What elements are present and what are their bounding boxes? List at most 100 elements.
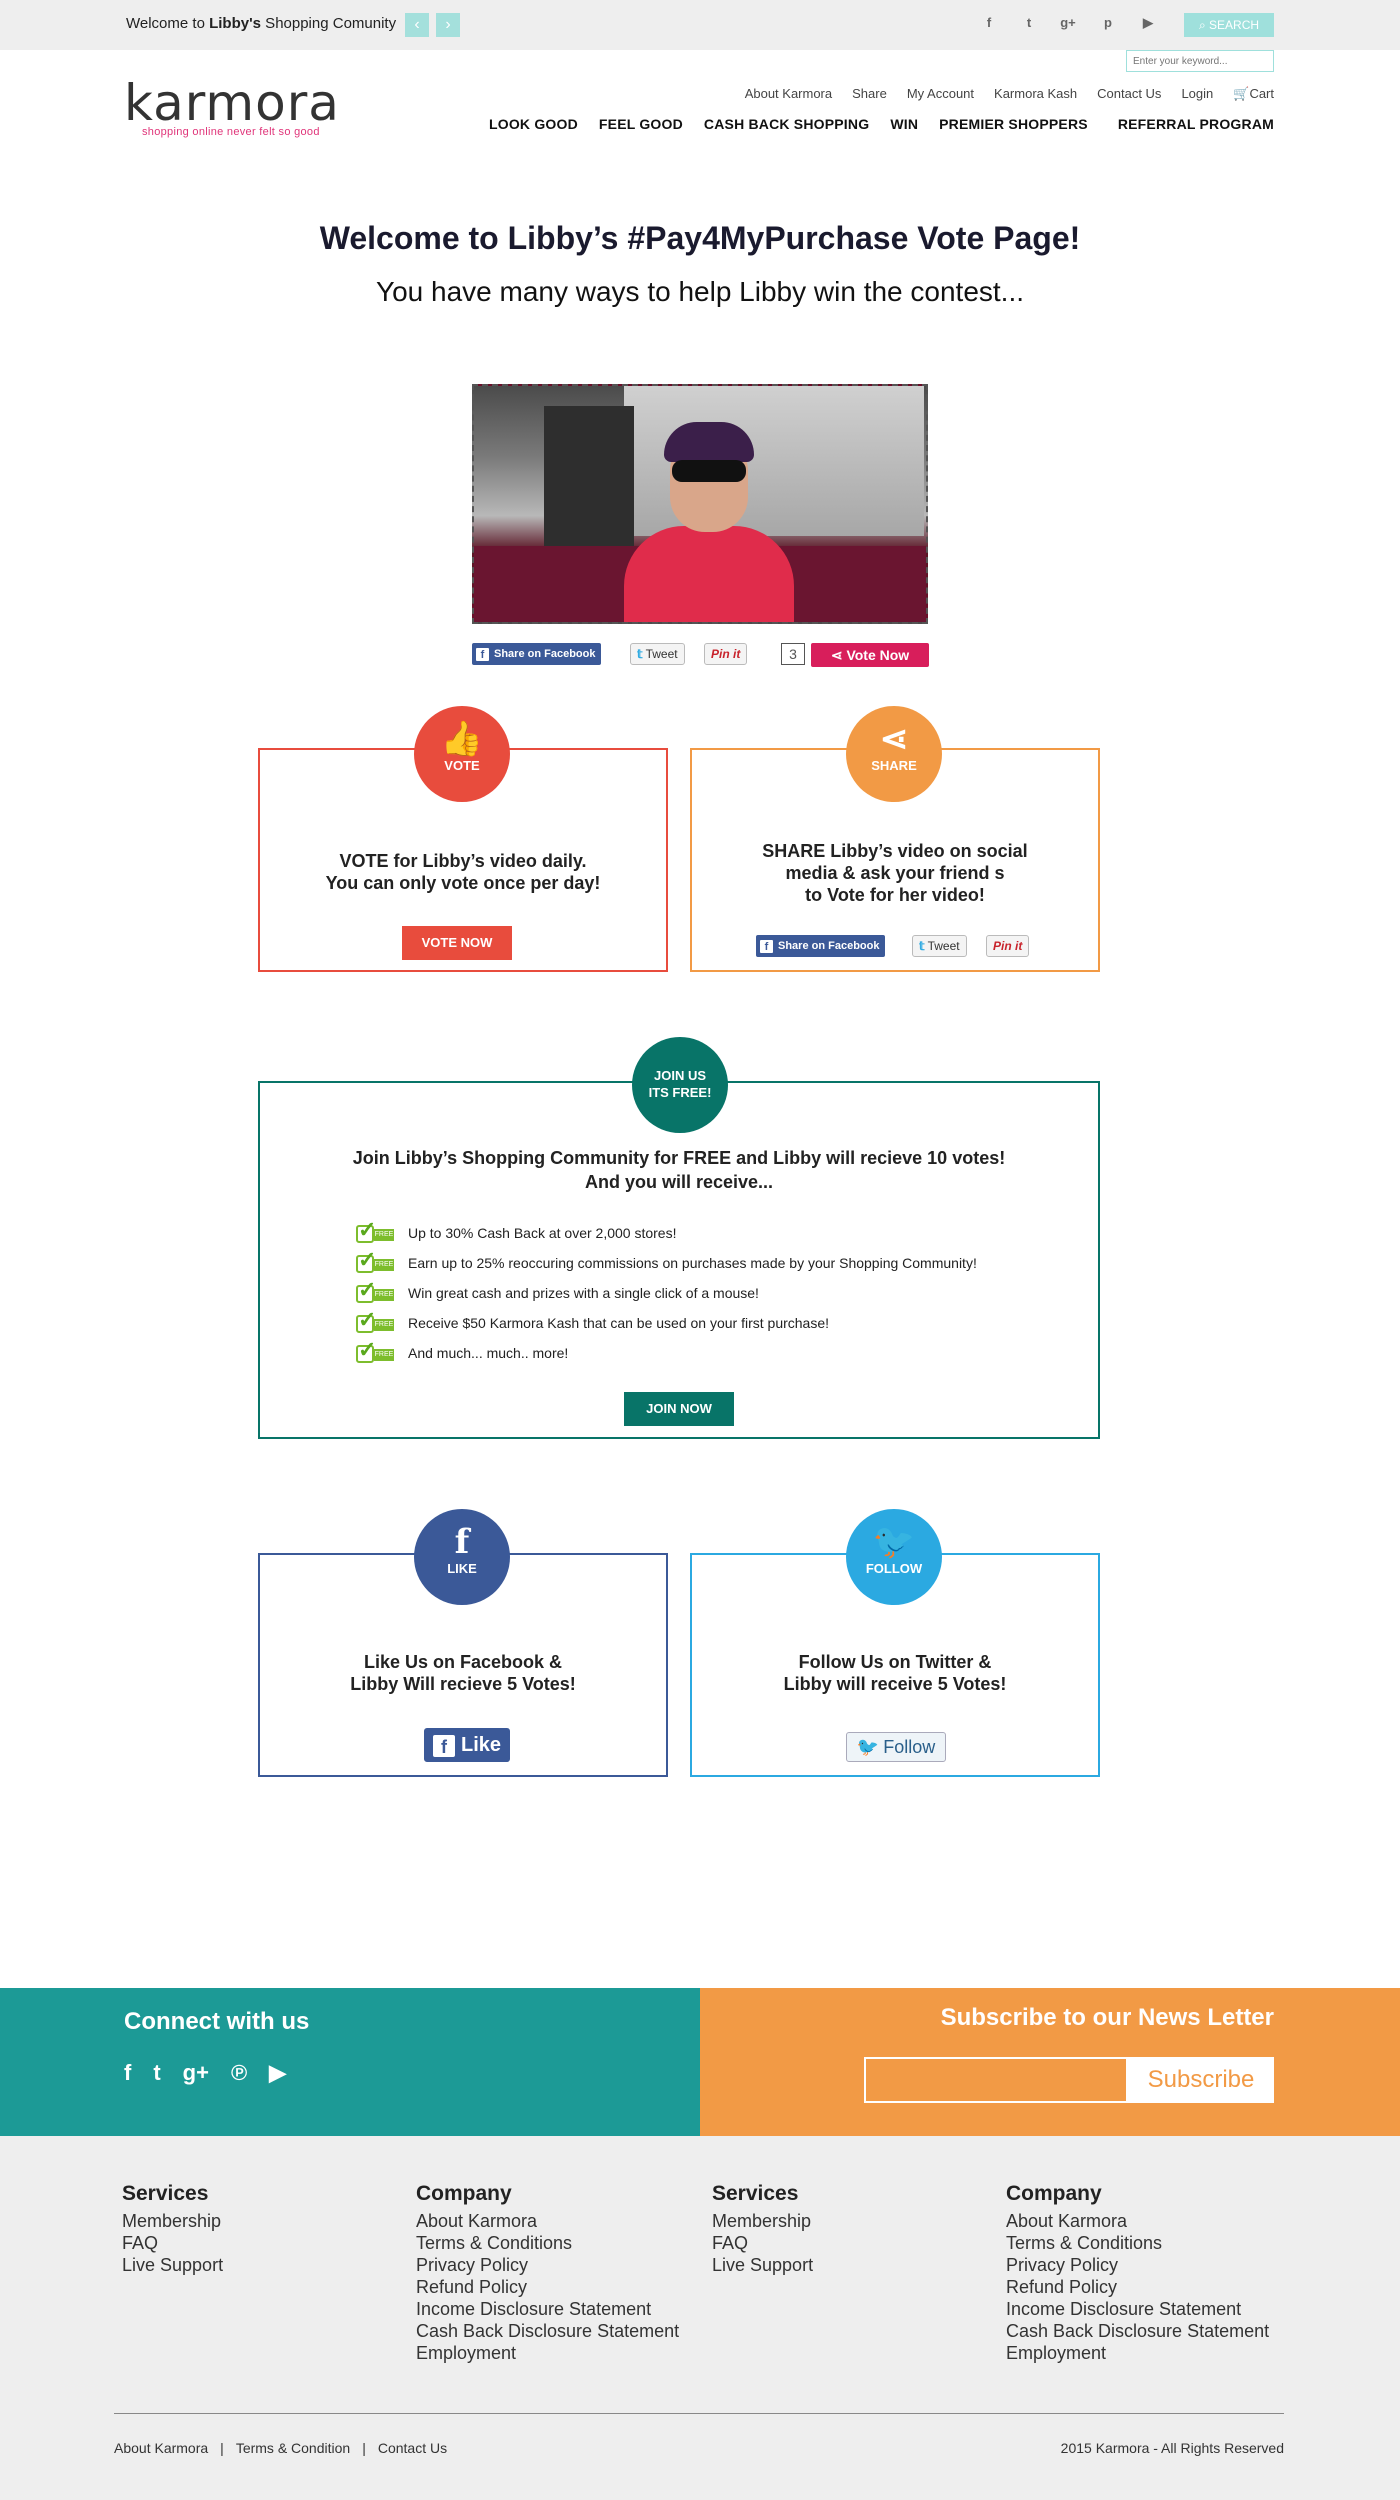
welcome-name: Libby's [209,15,262,32]
twitter-icon[interactable]: t [1019,15,1039,30]
contest-video[interactable] [472,384,928,624]
footer-link[interactable]: Membership [122,2210,223,2232]
page-title: Welcome to Libby’s #Pay4MyPurchase Vote … [319,220,1081,256]
footer-link[interactable]: Terms & Conditions [1006,2232,1269,2254]
nav-login[interactable]: Login [1181,86,1213,102]
checkmark-icon: ✓ FREE [356,1307,394,1333]
share-facebook-button[interactable]: f Share on Facebook [472,643,602,665]
footer-bottom-link-terms[interactable]: Terms & Condition [236,2440,350,2456]
vote-now-button[interactable]: VOTE NOW [402,926,512,960]
footer-link[interactable]: Employment [1006,2342,1269,2364]
connect-social-icons: f t g+ ℗ ▶ [124,2060,286,2086]
footer-link[interactable]: Cash Back Disclosure Statement [416,2320,679,2342]
vote-now-top-button[interactable]: ⋖ Vote Now [811,643,929,667]
connect-band [0,1988,700,2136]
list-item: ✓ FREE Up to 30% Cash Back at over 2,000 … [356,1217,977,1248]
share-badge: ⋖ SHARE [846,706,942,802]
join-now-button[interactable]: JOIN NOW [624,1392,734,1426]
pin-it-button[interactable]: Pin it [704,643,748,665]
footer-link[interactable]: Terms & Conditions [416,2232,679,2254]
footer-link[interactable]: Refund Policy [416,2276,679,2298]
facebook-like-button[interactable]: f Like [424,1728,510,1762]
google-plus-icon[interactable]: g+ [183,2060,209,2086]
footer-link[interactable]: About Karmora [416,2210,679,2232]
footer-column-title: Services [712,2182,799,2205]
facebook-icon[interactable]: f [124,2060,131,2086]
subscribe-button[interactable]: Subscribe [1128,2057,1274,2103]
karmora-logo[interactable]: karmora shopping online never felt so go… [124,78,339,142]
footer-link[interactable]: Membership [712,2210,813,2232]
main-nav: LOOK GOOD FEEL GOOD CASH BACK SHOPPING W… [468,116,1274,132]
search-input[interactable] [1126,50,1274,72]
footer-link[interactable]: Cash Back Disclosure Statement [1006,2320,1269,2342]
nav-referral-program[interactable]: REFERRAL PROGRAM [1118,116,1274,132]
footer-bottom-link-about[interactable]: About Karmora [114,2440,208,2456]
nav-win[interactable]: WIN [890,116,918,132]
footer-link[interactable]: FAQ [122,2232,223,2254]
footer-link[interactable]: Employment [416,2342,679,2364]
newsletter-email-input[interactable] [864,2057,1128,2103]
footer-column-services: Services Membership FAQ Live Support [122,2182,223,2276]
footer-link[interactable]: About Karmora [1006,2210,1269,2232]
welcome-suffix: Shopping Comunity [261,15,397,32]
nav-cash-back-shopping[interactable]: CASH BACK SHOPPING [704,116,869,132]
google-plus-icon[interactable]: g+ [1058,15,1078,30]
nav-share[interactable]: Share [852,86,887,102]
share-card-pin-label: Pin it [993,939,1023,953]
footer-link[interactable]: Privacy Policy [1006,2254,1269,2276]
share-card-tweet-button[interactable]: 𝕥 Tweet [912,935,967,957]
footer-link[interactable]: Refund Policy [1006,2276,1269,2298]
pinterest-icon[interactable]: ℗ [231,2060,247,2086]
like-label: Like [460,1734,502,1756]
nav-feel-good[interactable]: FEEL GOOD [599,116,683,132]
benefit-text: Win great cash and prizes with a single … [408,1285,759,1301]
tweet-button[interactable]: 𝕥 Tweet [630,643,685,665]
nav-contact-us[interactable]: Contact Us [1097,86,1161,102]
nav-look-good[interactable]: LOOK GOOD [489,116,578,132]
join-badge: JOIN US ITS FREE! [632,1037,728,1133]
twitter-bird-icon: 🐦 [872,1523,916,1561]
footer-link[interactable]: Live Support [712,2254,813,2276]
footer-link[interactable]: Privacy Policy [416,2254,679,2276]
search-button[interactable]: ⌕ SEARCH [1184,13,1274,37]
video-person-hair [664,422,754,462]
facebook-icon[interactable]: f [979,15,999,30]
nav-karmora-kash[interactable]: Karmora Kash [994,86,1077,102]
twitter-follow-button[interactable]: 🐦 Follow [846,1732,946,1762]
list-item: ✓ FREE Earn up to 25% reoccuring commissi… [356,1247,977,1278]
nav-cart[interactable]: 🛒Cart [1233,86,1274,102]
twitter-icon[interactable]: t [153,2060,160,2086]
checkmark-icon: ✓ FREE [356,1217,394,1243]
share-card-facebook-button[interactable]: f Share on Facebook [756,935,886,957]
follow-badge: 🐦 FOLLOW [846,1509,942,1605]
footer-link[interactable]: Income Disclosure Statement [1006,2298,1269,2320]
nav-premier-shoppers[interactable]: PREMIER SHOPPERS [939,116,1088,132]
twitter-bird-icon: 𝕥 [637,647,643,661]
footer-bottom-link-contact[interactable]: Contact Us [378,2440,447,2456]
youtube-icon[interactable]: ▶ [1138,15,1158,31]
twitter-bird-icon: 𝕥 [919,939,925,953]
prev-arrow-button[interactable]: ‹ [405,13,429,37]
separator: | [220,2440,224,2456]
share-badge-label: SHARE [871,758,917,773]
share-card-pin-button[interactable]: Pin it [986,935,1030,957]
benefit-text: Receive $50 Karmora Kash that can be use… [408,1315,830,1331]
nav-my-account[interactable]: My Account [907,86,974,102]
next-arrow-button[interactable]: › [436,13,460,37]
footer-column-services-2: Services Membership FAQ Live Support [712,2182,813,2276]
list-item: ✓ FREE Receive $50 Karmora Kash that can … [356,1307,977,1338]
footer-link[interactable]: Live Support [122,2254,223,2276]
join-badge-line2: ITS FREE! [648,1085,712,1100]
footer-link[interactable]: Income Disclosure Statement [416,2298,679,2320]
footer-column-title: Company [1006,2182,1102,2205]
search-label: SEARCH [1209,18,1260,32]
logo-tagline: shopping online never felt so good [142,126,320,138]
footer-link[interactable]: FAQ [712,2232,813,2254]
youtube-icon[interactable]: ▶ [269,2060,286,2086]
share-card-facebook-label: Share on Facebook [778,940,880,952]
utility-nav: About Karmora Share My Account Karmora K… [745,86,1274,102]
pinterest-icon[interactable]: p [1098,15,1118,30]
footer-column-title: Services [122,2182,209,2205]
nav-about-karmora[interactable]: About Karmora [745,86,832,102]
checkmark-icon: ✓ FREE [356,1337,394,1363]
